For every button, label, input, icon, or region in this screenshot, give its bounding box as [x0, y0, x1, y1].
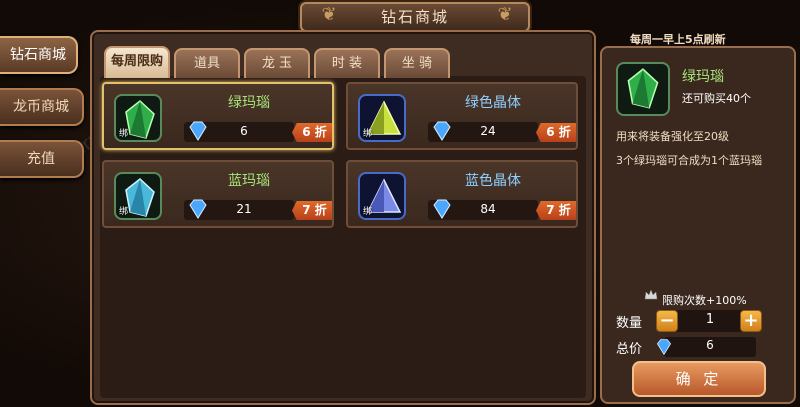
title-ornament-icon: ❦ [497, 4, 513, 25]
vip-crown-icon [644, 289, 658, 300]
tab-label: 时 装 [331, 56, 363, 71]
green-gem-icon: 绑 [114, 94, 162, 142]
sidebar-item-label: 充值 [27, 151, 55, 167]
item-card-blue-crystal[interactable]: 绑 蓝色晶体 84 7 折 [346, 160, 578, 228]
tab-weekly-limited[interactable]: 每周限购 [104, 46, 170, 78]
tab-label: 每周限购 [110, 54, 163, 69]
quantity-label: 数量 [616, 316, 643, 331]
bind-tag: 绑 [363, 129, 373, 139]
detail-item-name: 绿玛瑙 [682, 69, 724, 85]
title-ornament-icon: ❦ [321, 4, 337, 25]
green-crystal-icon: 绑 [358, 94, 406, 142]
bind-tag: 绑 [119, 129, 129, 139]
diamond-currency-icon [433, 199, 451, 219]
item-card-green-crystal[interactable]: 绑 绿色晶体 24 6 折 [346, 82, 578, 150]
item-price: 6 [240, 124, 248, 138]
item-price: 21 [236, 202, 252, 216]
item-name: 蓝玛瑙 [228, 173, 270, 189]
sidebar-item-label: 龙币商城 [13, 99, 69, 115]
sidebar-item-diamond-shop[interactable]: 钻石商城 [0, 36, 78, 74]
sidebar-item-label: 钻石商城 [10, 47, 66, 63]
total-price-label: 总价 [616, 342, 643, 357]
blue-gem-icon: 绑 [114, 172, 162, 220]
diamond-currency-icon [189, 121, 207, 141]
blue-crystal-icon: 绑 [358, 172, 406, 220]
item-card-blue-agate[interactable]: 绑 蓝玛瑙 21 7 折 [102, 160, 334, 228]
sidebar-item-recharge[interactable]: 充值 [0, 140, 84, 178]
discount-badge: 6 折 [536, 123, 576, 142]
item-name: 绿玛瑙 [228, 95, 270, 111]
discount-badge: 7 折 [536, 201, 576, 220]
purchase-limit: 还可购买40个 [682, 92, 751, 105]
item-card-green-agate[interactable]: 绑 绿玛瑙 6 6 折 [102, 82, 334, 150]
sidebar-item-dragon-coin-shop[interactable]: 龙币商城 [0, 88, 84, 126]
refresh-note: 每周一早上5点刷新 [630, 33, 726, 46]
quantity-increase-button[interactable]: + [740, 310, 762, 332]
item-description: 用来将装备强化至20级 [616, 130, 729, 143]
bind-tag: 绑 [363, 207, 373, 217]
tab-dragon-jade[interactable]: 龙 玉 [244, 48, 310, 78]
item-description: 3个绿玛瑙可合成为1个蓝玛瑙 [616, 154, 762, 167]
discount-badge: 6 折 [292, 123, 332, 142]
item-price: 84 [480, 202, 496, 216]
tab-label: 坐 骑 [401, 56, 433, 71]
item-name: 蓝色晶体 [465, 173, 521, 189]
item-price: 24 [480, 124, 496, 138]
discount-badge: 7 折 [292, 201, 332, 220]
tab-label: 道具 [193, 56, 220, 71]
tab-label: 龙 玉 [261, 56, 293, 71]
diamond-currency-icon [189, 199, 207, 219]
bind-tag: 绑 [119, 207, 129, 217]
total-price-value: 6 [706, 338, 714, 352]
tab-items[interactable]: 道具 [174, 48, 240, 78]
diamond-currency-icon [433, 121, 451, 141]
tab-fashion[interactable]: 时 装 [314, 48, 380, 78]
quantity-decrease-button[interactable]: − [656, 310, 678, 332]
diamond-currency-icon [656, 339, 672, 356]
game-shop-screen: www.ruikee.com ikhome.com 钻石商城 ❦ ❦ 钻石商城 … [0, 0, 800, 407]
limit-bonus: 限购次数+100% [662, 294, 747, 307]
item-name: 绿色晶体 [465, 95, 521, 111]
quantity-value[interactable]: 1 [690, 312, 730, 327]
green-gem-icon [616, 62, 670, 116]
tab-mounts[interactable]: 坐 骑 [384, 48, 450, 78]
confirm-button[interactable]: 确 定 [632, 361, 766, 397]
